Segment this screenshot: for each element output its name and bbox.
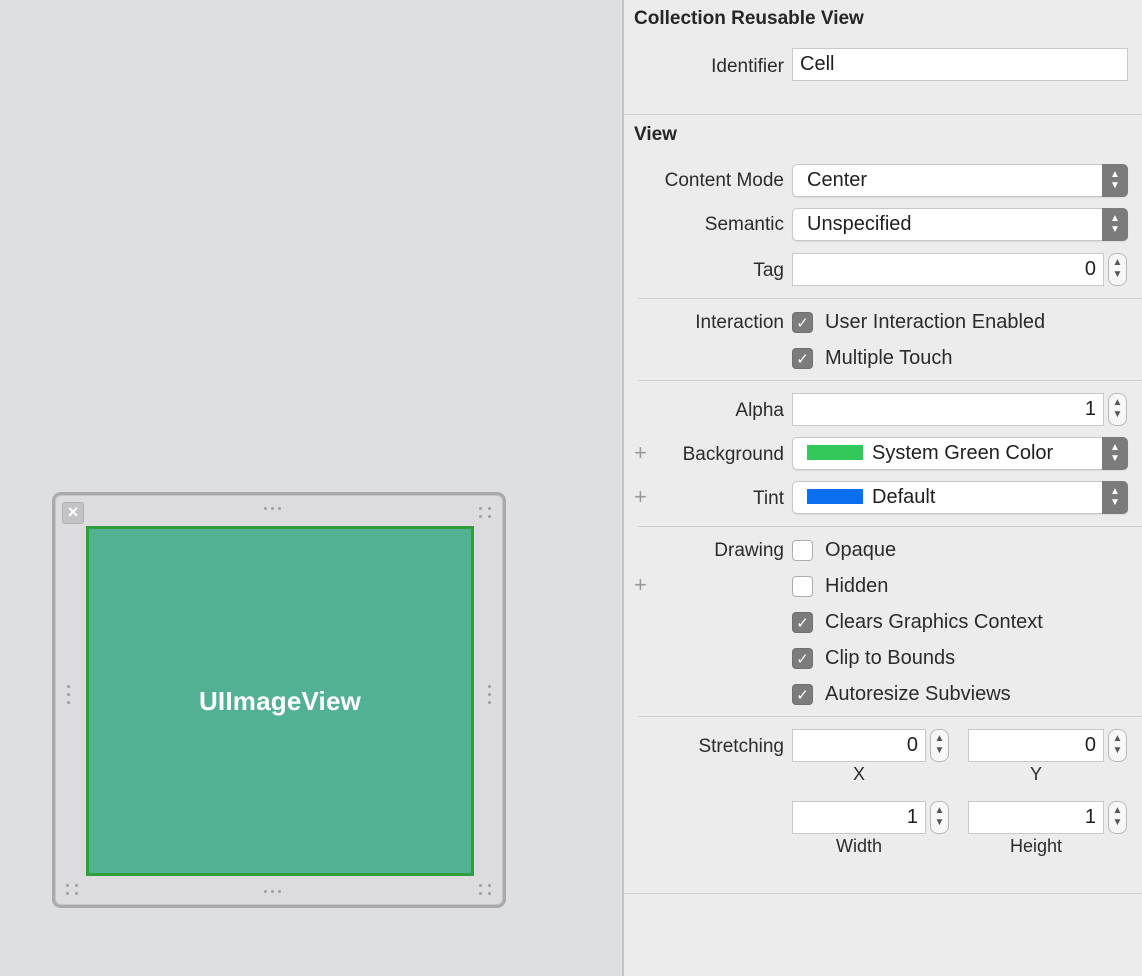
multiple-touch-checkbox[interactable]: ✓ — [792, 348, 813, 369]
semantic-label: Semantic — [704, 214, 784, 235]
autoresize-label: Autoresize Subviews — [825, 683, 1011, 705]
height-sublabel: Height — [1009, 836, 1063, 856]
stretch-height-field[interactable]: 1 — [968, 801, 1104, 834]
user-interaction-label: User Interaction Enabled — [825, 311, 1046, 333]
stretching-label: Stretching — [698, 736, 784, 757]
attributes-inspector: Collection Reusable View Identifier Cell… — [622, 0, 1142, 976]
tint-popup[interactable]: Default ▲ ▼ — [792, 481, 1128, 514]
chevron-up-down-icon: ▲ ▼ — [1102, 437, 1128, 470]
background-color-swatch — [807, 444, 863, 460]
image-view-label: UIImageView — [198, 685, 362, 716]
clears-graphics-checkbox[interactable]: ✓ — [792, 612, 813, 633]
background-label: Background — [682, 444, 784, 465]
clip-to-bounds-row[interactable]: ✓ Clip to Bounds — [792, 647, 955, 670]
semantic-popup[interactable]: Unspecified ▲ ▼ — [792, 208, 1128, 241]
alpha-field[interactable]: 1 — [792, 393, 1104, 426]
resize-handle-bottom-left[interactable] — [66, 884, 80, 895]
clip-to-bounds-checkbox[interactable]: ✓ — [792, 648, 813, 669]
content-mode-label: Content Mode — [664, 170, 784, 191]
user-interaction-row[interactable]: ✓ User Interaction Enabled — [792, 311, 1045, 334]
content-mode-value: Center — [807, 169, 868, 191]
chevron-up-down-icon: ▲ ▼ — [1102, 481, 1128, 514]
tint-color-swatch — [807, 488, 863, 504]
chevron-up-down-icon: ▲ ▼ — [1102, 164, 1128, 197]
tag-stepper[interactable]: ▲ ▼ — [1108, 253, 1127, 286]
clears-graphics-row[interactable]: ✓ Clears Graphics Context — [792, 611, 1043, 634]
divider — [638, 298, 1142, 299]
multiple-touch-label: Multiple Touch — [825, 347, 953, 369]
divider — [638, 526, 1142, 527]
resize-handle-top-right[interactable] — [479, 507, 493, 518]
resize-handle-bottom[interactable] — [264, 890, 281, 893]
collection-cell-frame[interactable]: × UIImageView — [52, 492, 506, 908]
alpha-label: Alpha — [735, 400, 784, 421]
image-view[interactable]: UIImageView — [86, 526, 474, 876]
tag-field[interactable]: 0 — [792, 253, 1104, 286]
stretch-height-stepper[interactable]: ▲ ▼ — [1108, 801, 1127, 834]
tint-label: Tint — [753, 488, 784, 509]
clip-to-bounds-label: Clip to Bounds — [825, 647, 956, 669]
resize-handle-bottom-right[interactable] — [479, 884, 493, 895]
stretch-width-field[interactable]: 1 — [792, 801, 926, 834]
stretch-x-stepper[interactable]: ▲ ▼ — [930, 729, 949, 762]
width-sublabel: Width — [835, 836, 882, 856]
opaque-row[interactable]: Opaque — [792, 539, 896, 562]
identifier-label: Identifier — [711, 56, 784, 77]
section-divider — [624, 114, 1142, 115]
stretch-x-field[interactable]: 0 — [792, 729, 926, 762]
stretch-width-stepper[interactable]: ▲ ▼ — [930, 801, 949, 834]
background-popup[interactable]: System Green Color ▲ ▼ — [792, 437, 1128, 470]
stretch-y-stepper[interactable]: ▲ ▼ — [1108, 729, 1127, 762]
opaque-label: Opaque — [825, 539, 897, 561]
identifier-field[interactable]: Cell — [792, 48, 1128, 81]
content-mode-popup[interactable]: Center ▲ ▼ — [792, 164, 1128, 197]
clears-graphics-label: Clears Graphics Context — [825, 611, 1043, 633]
section-divider — [624, 893, 1142, 894]
stretch-y-field[interactable]: 0 — [968, 729, 1104, 762]
tint-value: Default — [872, 486, 936, 508]
tag-label: Tag — [753, 260, 784, 281]
divider — [638, 380, 1142, 381]
storyboard-canvas[interactable]: × UIImageView — [0, 0, 622, 976]
semantic-value: Unspecified — [807, 213, 912, 235]
y-sublabel: Y — [1029, 764, 1042, 784]
plus-icon[interactable]: + — [634, 572, 647, 598]
divider — [638, 716, 1142, 717]
section-title-collection-reusable-view: Collection Reusable View — [634, 8, 864, 29]
alpha-stepper[interactable]: ▲ ▼ — [1108, 393, 1127, 426]
hidden-checkbox[interactable] — [792, 576, 813, 597]
hidden-row[interactable]: Hidden — [792, 575, 888, 598]
x-sublabel: X — [852, 764, 865, 784]
resize-handle-left[interactable] — [67, 685, 70, 704]
autoresize-checkbox[interactable]: ✓ — [792, 684, 813, 705]
interaction-label: Interaction — [695, 312, 784, 333]
drawing-label: Drawing — [714, 540, 784, 561]
section-title-view: View — [634, 124, 677, 145]
opaque-checkbox[interactable] — [792, 540, 813, 561]
close-icon[interactable]: × — [62, 502, 84, 524]
resize-handle-top[interactable] — [264, 507, 281, 510]
user-interaction-checkbox[interactable]: ✓ — [792, 312, 813, 333]
background-value: System Green Color — [872, 442, 1054, 464]
hidden-label: Hidden — [825, 575, 889, 597]
multiple-touch-row[interactable]: ✓ Multiple Touch — [792, 347, 952, 370]
chevron-up-down-icon: ▲ ▼ — [1102, 208, 1128, 241]
resize-handle-right[interactable] — [488, 685, 491, 704]
autoresize-row[interactable]: ✓ Autoresize Subviews — [792, 683, 1011, 706]
